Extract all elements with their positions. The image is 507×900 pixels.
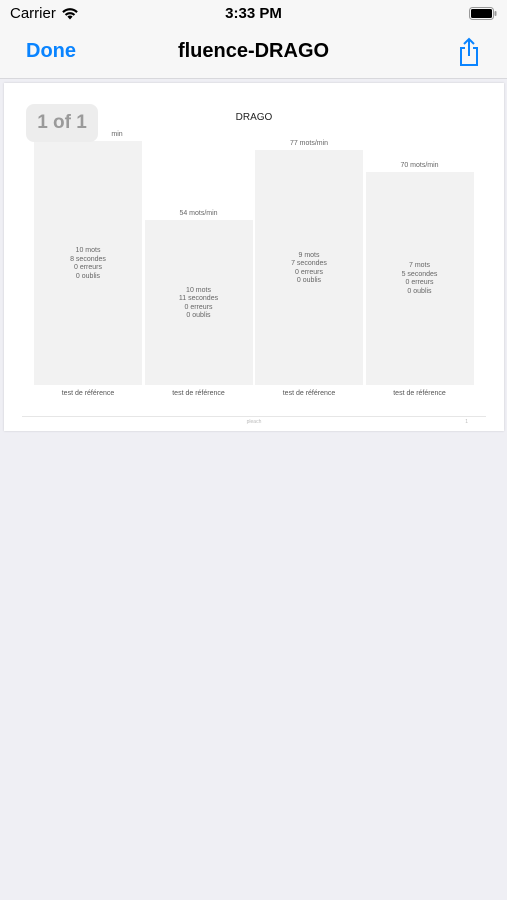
category-label: test de référence (282, 390, 336, 397)
bar-detail-line: 10 mots (186, 286, 211, 294)
bar-value-label: 70 mots/min (400, 161, 439, 169)
category-label: test de référence (61, 390, 115, 397)
footer-divider (22, 416, 486, 417)
footer-text: pleach (246, 419, 262, 425)
bar-detail-line: 10 mots (75, 247, 101, 255)
bar-detail-label: 10 mots 8 secondes 0 erreurs 0 oublis (35, 247, 141, 281)
bar-detail-line: 0 erreurs (184, 303, 213, 311)
bar-detail-line: 11 secondes (178, 295, 219, 303)
bar-detail-line: 0 oublis (75, 272, 101, 280)
page-indicator: 1 of 1 (26, 104, 98, 142)
category-label: test de référence (172, 390, 225, 397)
document-preview[interactable]: 1 of 1 DRAGO min 10 mots 8 secondes 0 erreu… (4, 83, 504, 431)
bar-detail-line: 0 oublis (296, 277, 322, 285)
category-label: test de référence (393, 390, 446, 397)
bar-detail-line: 0 oublis (407, 287, 432, 295)
bar-detail-label: 7 mots 5 secondes 0 erreurs 0 oublis (367, 262, 473, 296)
bar-value-label: 77 mots/min (289, 140, 329, 148)
bar-detail-line: 0 erreurs (405, 279, 434, 287)
clock: 3:33 PM (225, 5, 282, 22)
bar-detail-line: 0 oublis (186, 312, 211, 320)
bar-detail-label: 9 mots 7 secondes 0 erreurs 0 oublis (256, 252, 362, 286)
bar-detail-line: 7 mots (408, 262, 430, 270)
bar-value-label: 54 mots/min (179, 210, 218, 218)
bar-detail-line: 5 secondes (401, 270, 438, 278)
footer-mark: 1 (465, 419, 468, 425)
bar-detail-line: 9 mots (298, 251, 320, 259)
bar-detail-label: 10 mots 11 secondes 0 erreurs 0 oublis (146, 287, 252, 321)
status-bar: Carrier 3:33 PM (0, 0, 507, 28)
page-title: fluence-DRAGO (177, 40, 330, 62)
bar-detail-line: 0 erreurs (294, 268, 323, 276)
nav-bar: Done fluence-DRAGO (0, 28, 507, 79)
bar-detail-line: 8 secondes (70, 255, 106, 263)
share-icon[interactable] (457, 37, 481, 67)
bar-detail-line: 7 secondes (291, 260, 327, 268)
bar-detail-line: 0 erreurs (73, 264, 102, 272)
battery-icon (469, 7, 497, 20)
